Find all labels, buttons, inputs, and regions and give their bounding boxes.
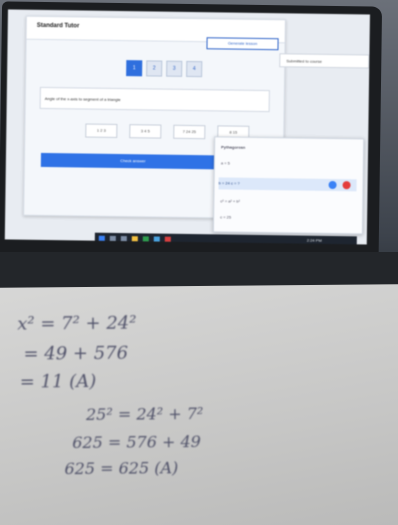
handwriting-line-5: 625 = 576 + 49 bbox=[72, 431, 201, 453]
info-icon[interactable] bbox=[328, 180, 337, 190]
handwriting-line-3: = 11 (A) bbox=[19, 370, 97, 393]
step-tabs: 1 2 3 4 bbox=[126, 60, 203, 78]
step-2-tab[interactable]: 2 bbox=[146, 60, 163, 77]
handwriting-line-1: x² = 7² + 24² bbox=[17, 312, 137, 335]
browser-icon[interactable] bbox=[142, 236, 149, 243]
option-3[interactable]: 7 24 25 bbox=[173, 124, 206, 140]
check-answer-button[interactable]: Check answer bbox=[40, 152, 225, 170]
popup-row-1[interactable]: a = 5 bbox=[221, 157, 230, 169]
app-icon[interactable] bbox=[164, 236, 171, 243]
app-title: Standard Tutor bbox=[36, 22, 80, 30]
handwriting-line-2: = 49 + 576 bbox=[23, 342, 129, 365]
paper-sheet: x² = 7² + 24² = 49 + 576 = 11 (A) 25² = … bbox=[0, 284, 398, 525]
option-2[interactable]: 3 4 5 bbox=[129, 124, 162, 139]
start-icon[interactable] bbox=[98, 235, 105, 242]
mail-icon[interactable] bbox=[153, 236, 160, 243]
question-text: Angle of the x-axis to segment of a tria… bbox=[39, 86, 270, 113]
step-4-tab[interactable]: 4 bbox=[186, 60, 203, 78]
popup-row-4[interactable]: c = 25 bbox=[220, 211, 231, 223]
generate-lesson-button[interactable]: Generate lesson bbox=[206, 37, 279, 51]
side-notification[interactable]: Submitted to course bbox=[279, 53, 370, 69]
option-1[interactable]: 1 2 3 bbox=[85, 123, 118, 138]
taskbar-clock: 2:24 PM bbox=[306, 237, 322, 243]
popup-title: Pythagorean bbox=[221, 144, 246, 150]
laptop-screen: Standard Tutor Generate lesson 1 2 3 4 A… bbox=[4, 9, 370, 245]
handwriting-line-4: 25² = 24² + 7² bbox=[85, 403, 204, 424]
photo: Standard Tutor Generate lesson 1 2 3 4 A… bbox=[0, 0, 398, 525]
handwriting-line-6: 625 = 625 (A) bbox=[64, 458, 179, 479]
folder-icon[interactable] bbox=[131, 236, 138, 243]
search-icon[interactable] bbox=[109, 235, 116, 242]
popup-row-3[interactable]: c² = a² + b² bbox=[220, 195, 240, 207]
task-view-icon[interactable] bbox=[120, 236, 127, 243]
dropdown-popup: Pythagorean a = 5 b = 24 c = ? c² = a² +… bbox=[212, 136, 365, 235]
record-icon[interactable] bbox=[342, 181, 351, 190]
step-1-tab[interactable]: 1 bbox=[126, 60, 143, 77]
step-3-tab[interactable]: 3 bbox=[166, 60, 183, 77]
